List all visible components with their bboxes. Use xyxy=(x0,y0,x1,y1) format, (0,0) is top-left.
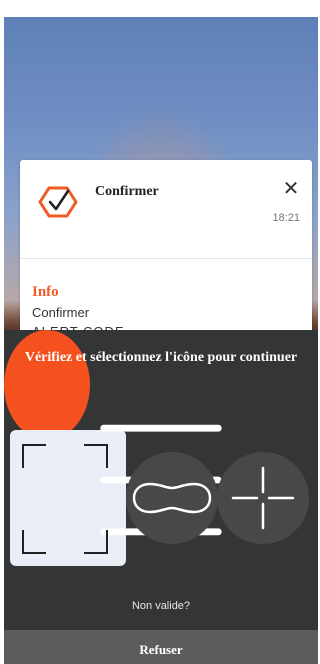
section-label: Info xyxy=(32,284,59,300)
close-icon[interactable]: ✕ xyxy=(280,178,302,200)
refuse-button[interactable]: Refuser xyxy=(4,630,318,664)
option-pill-shape[interactable] xyxy=(126,452,218,544)
screen: Confirmer ✕ 18:21 Info Confirmer ALERT C… xyxy=(4,0,318,664)
crosshair-icon xyxy=(231,466,295,530)
notification-time: 18:21 xyxy=(272,212,300,224)
verification-panel: Vérifiez et sélectionnez l'icône pour co… xyxy=(4,330,318,630)
notification-card[interactable]: Confirmer ✕ 18:21 Info Confirmer ALERT C… xyxy=(20,160,312,335)
option-crosshair[interactable] xyxy=(217,452,309,544)
option-menu-lines[interactable] xyxy=(4,330,222,536)
pill-shape-icon xyxy=(132,482,212,514)
hexagon-check-icon xyxy=(38,186,78,218)
notification-title: Confirmer xyxy=(95,184,159,199)
divider xyxy=(20,258,312,259)
invalid-link[interactable]: Non valide? xyxy=(4,600,318,612)
notification-body: Confirmer xyxy=(32,305,90,320)
